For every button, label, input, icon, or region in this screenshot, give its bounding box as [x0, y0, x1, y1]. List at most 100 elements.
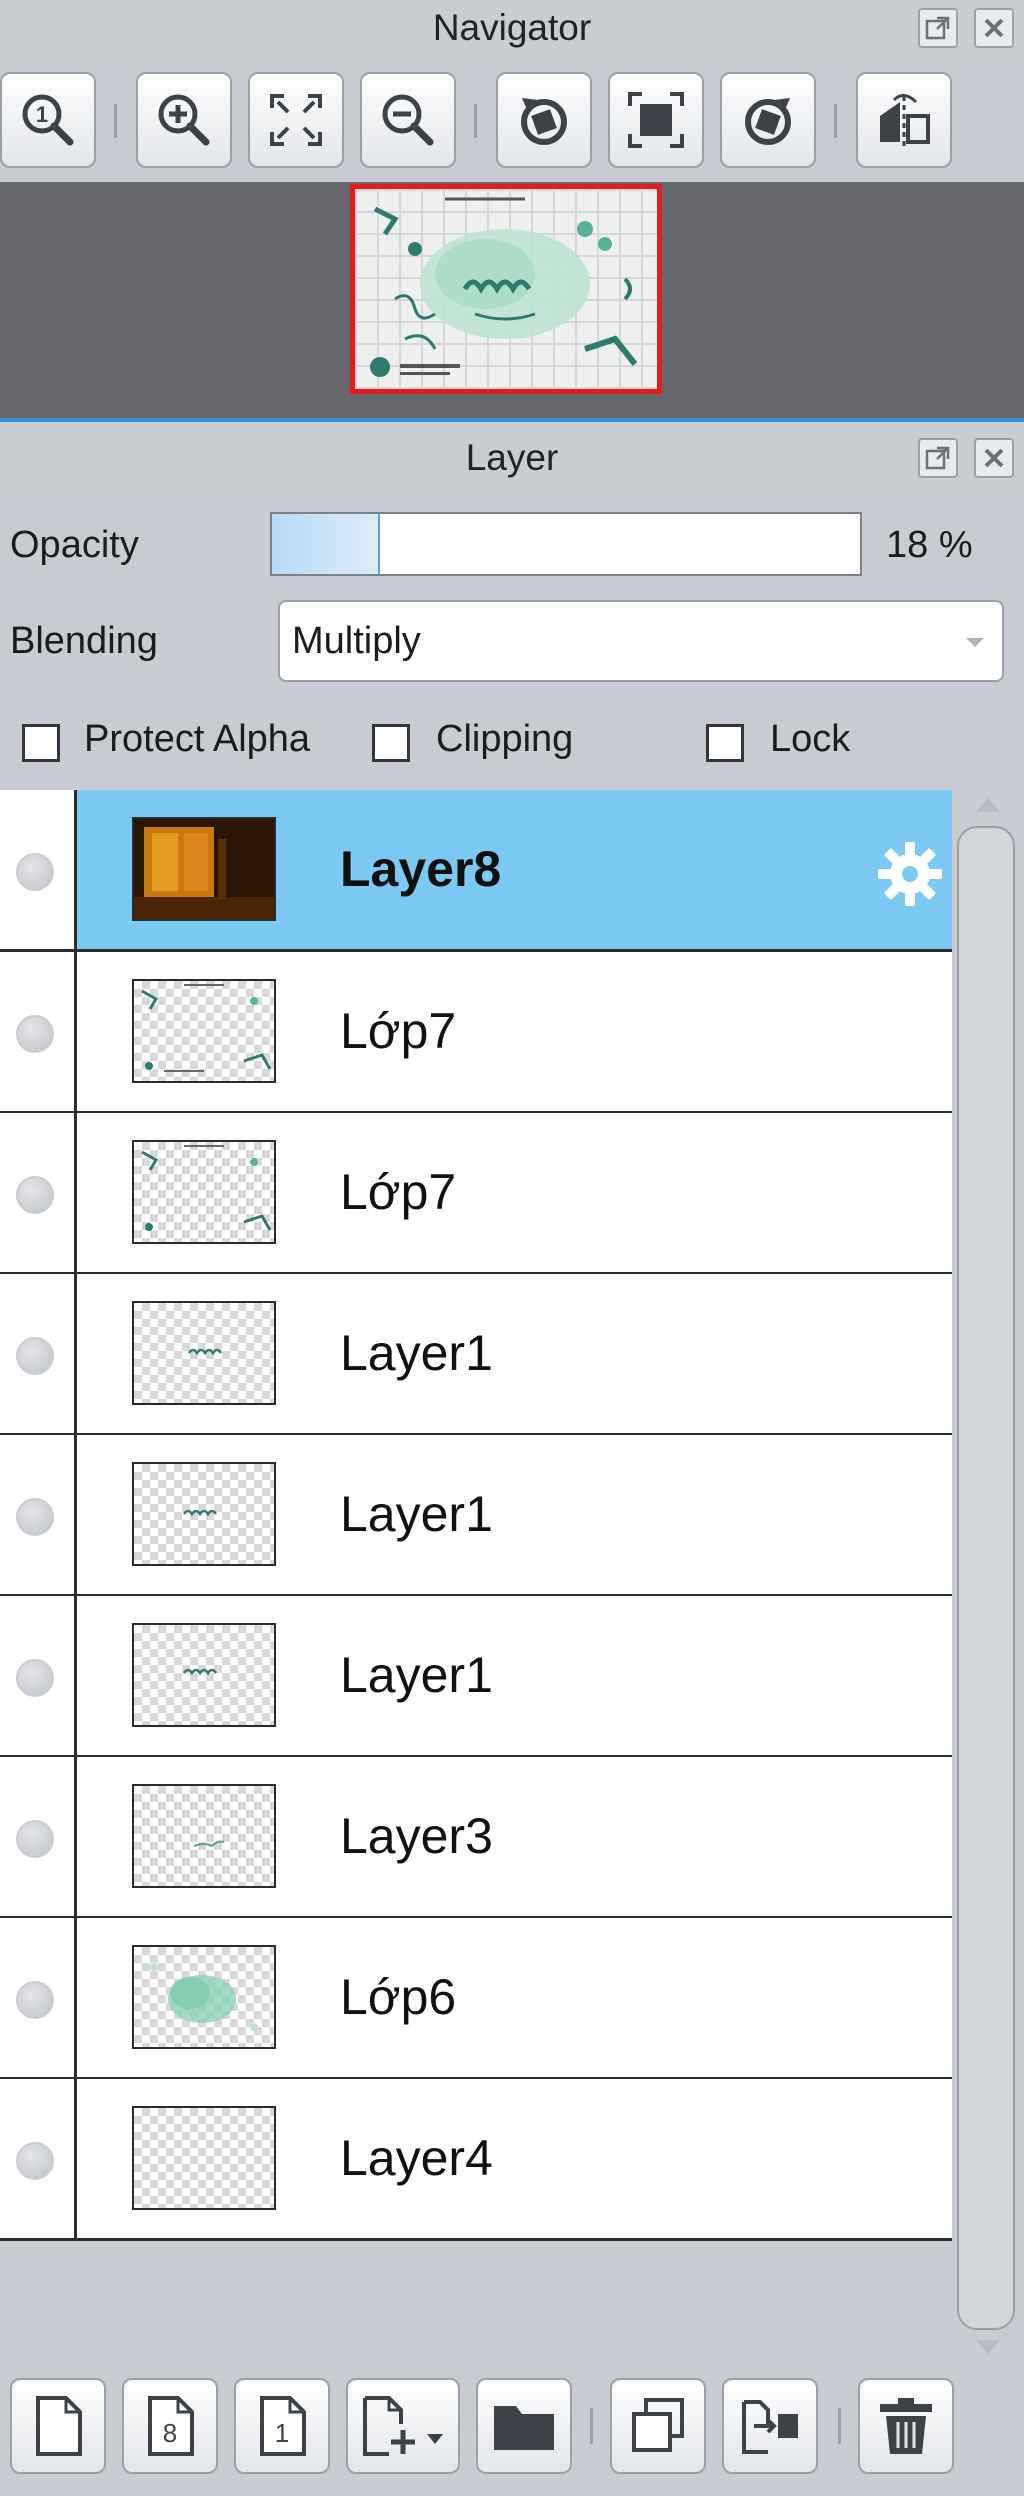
layer-thumbnail-image [193, 1840, 225, 1848]
opacity-label: Opacity [10, 524, 139, 566]
zoom-in-icon [158, 94, 210, 146]
new-8bit-layer-button[interactable]: 8 [122, 2378, 218, 2474]
visibility-cell[interactable] [0, 790, 77, 949]
visibility-toggle-icon[interactable] [16, 1820, 54, 1858]
visibility-toggle-icon[interactable] [16, 1176, 54, 1214]
layer-row[interactable]: Layer3 [0, 1757, 952, 1919]
merge-down-icon [742, 2400, 798, 2454]
layer-list: Layer8 Lớp7 Lớp7 Layer1 Layer1 Layer1 La… [0, 790, 952, 2241]
rotate-left-button[interactable] [496, 72, 592, 168]
new-1bit-layer-icon: 1 [260, 2396, 306, 2456]
blending-mode-value: Multiply [292, 619, 421, 662]
layer-thumbnail-image [182, 1509, 218, 1517]
layer-close-button[interactable] [974, 438, 1014, 478]
reset-view-button[interactable] [608, 72, 704, 168]
layer-row[interactable]: Lớp7 [0, 1113, 952, 1275]
delete-layer-icon [880, 2398, 932, 2454]
layer-row[interactable]: Layer1 [0, 1596, 952, 1758]
navigator-float-button[interactable] [918, 8, 958, 48]
visibility-cell[interactable] [0, 1757, 77, 1916]
scroll-down-arrow-icon[interactable] [976, 2340, 1000, 2354]
visibility-cell[interactable] [0, 1918, 77, 2077]
layer-thumbnail-image [141, 1145, 272, 1231]
layer-thumbnail-image [141, 984, 272, 1072]
opacity-value: 18 % [886, 524, 973, 566]
layer-thumbnail [132, 1945, 276, 2049]
visibility-cell[interactable] [0, 1596, 77, 1755]
zoom-actual-size-icon: 1 [22, 94, 74, 146]
delete-layer-button[interactable] [858, 2378, 954, 2474]
duplicate-layer-button[interactable] [610, 2378, 706, 2474]
layer-row[interactable]: Lớp7 [0, 952, 952, 1114]
visibility-cell[interactable] [0, 1274, 77, 1433]
protect-alpha-checkbox[interactable] [22, 724, 60, 762]
scrollbar-thumb[interactable] [957, 826, 1015, 2330]
new-1bit-layer-button[interactable]: 1 [234, 2378, 330, 2474]
toolbar-separator [838, 2408, 841, 2444]
layer-name: Lớp7 [340, 1164, 457, 1220]
layer-name: Layer1 [340, 1325, 493, 1381]
new-layer-button[interactable] [10, 2378, 106, 2474]
layer-thumbnail [132, 979, 276, 1083]
fit-to-window-button[interactable] [248, 72, 344, 168]
toolbar-separator [114, 104, 117, 138]
visibility-toggle-icon[interactable] [16, 2142, 54, 2180]
layer-row[interactable]: Layer1 [0, 1435, 952, 1597]
blending-mode-select[interactable]: Multiply [278, 600, 1004, 682]
visibility-toggle-icon[interactable] [16, 1015, 54, 1053]
add-layer-menu-icon [363, 2396, 443, 2456]
layer-thumbnail [132, 817, 276, 921]
new-folder-button[interactable] [476, 2378, 572, 2474]
layer-thumbnail-image [150, 1963, 258, 2031]
add-layer-menu-button[interactable] [346, 2378, 460, 2474]
visibility-toggle-icon[interactable] [16, 1337, 54, 1375]
layer-float-button[interactable] [918, 438, 958, 478]
navigator-viewport-frame[interactable] [350, 184, 662, 394]
layer-title-bar: Layer [0, 430, 1024, 486]
layer-row[interactable]: Layer4 [0, 2079, 952, 2241]
layer-thumbnail-image [134, 819, 274, 919]
flip-horizontal-button[interactable] [856, 72, 952, 168]
visibility-toggle-icon[interactable] [16, 1498, 54, 1536]
canvas-preview-image [370, 197, 638, 377]
clipping-checkbox[interactable] [372, 724, 410, 762]
visibility-cell[interactable] [0, 1435, 77, 1594]
zoom-actual-size-button[interactable]: 1 [0, 72, 96, 168]
visibility-cell[interactable] [0, 952, 77, 1111]
scroll-up-arrow-icon[interactable] [976, 798, 1000, 812]
gear-icon[interactable] [874, 838, 946, 910]
visibility-toggle-icon[interactable] [16, 853, 54, 891]
rotate-right-button[interactable] [720, 72, 816, 168]
panel-divider[interactable] [0, 418, 1024, 422]
rotate-left-icon [521, 98, 567, 145]
visibility-toggle-icon[interactable] [16, 1659, 54, 1697]
opacity-slider-fill [272, 514, 380, 574]
merge-down-button[interactable] [722, 2378, 818, 2474]
zoom-in-button[interactable] [136, 72, 232, 168]
navigator-close-button[interactable] [974, 8, 1014, 48]
layer-thumbnail [132, 1301, 276, 1405]
layer-name: Layer4 [340, 2130, 493, 2186]
navigator-title-bar: Navigator [0, 0, 1024, 56]
layer-row[interactable]: Layer1 [0, 1274, 952, 1436]
layer-thumbnail [132, 1140, 276, 1244]
layer-row[interactable]: Layer8 [0, 790, 952, 952]
visibility-toggle-icon[interactable] [16, 1981, 54, 2019]
layer-name: Layer3 [340, 1808, 493, 1864]
opacity-slider[interactable] [270, 512, 862, 576]
layer-row[interactable]: Lớp6 [0, 1918, 952, 2080]
chevron-down-icon [966, 638, 984, 647]
zoom-out-icon [382, 94, 434, 146]
float-window-icon [925, 446, 950, 470]
layer-panel-title: Layer [465, 437, 559, 478]
duplicate-layer-icon [632, 2398, 684, 2452]
flip-horizontal-icon [880, 94, 930, 146]
visibility-cell[interactable] [0, 1113, 77, 1272]
lock-checkbox[interactable] [706, 724, 744, 762]
svg-text:1: 1 [36, 102, 48, 127]
toolbar-separator [834, 104, 837, 138]
layer-thumbnail-image [182, 1668, 218, 1676]
layer-thumbnail-image [187, 1348, 223, 1356]
visibility-cell[interactable] [0, 2079, 77, 2238]
zoom-out-button[interactable] [360, 72, 456, 168]
